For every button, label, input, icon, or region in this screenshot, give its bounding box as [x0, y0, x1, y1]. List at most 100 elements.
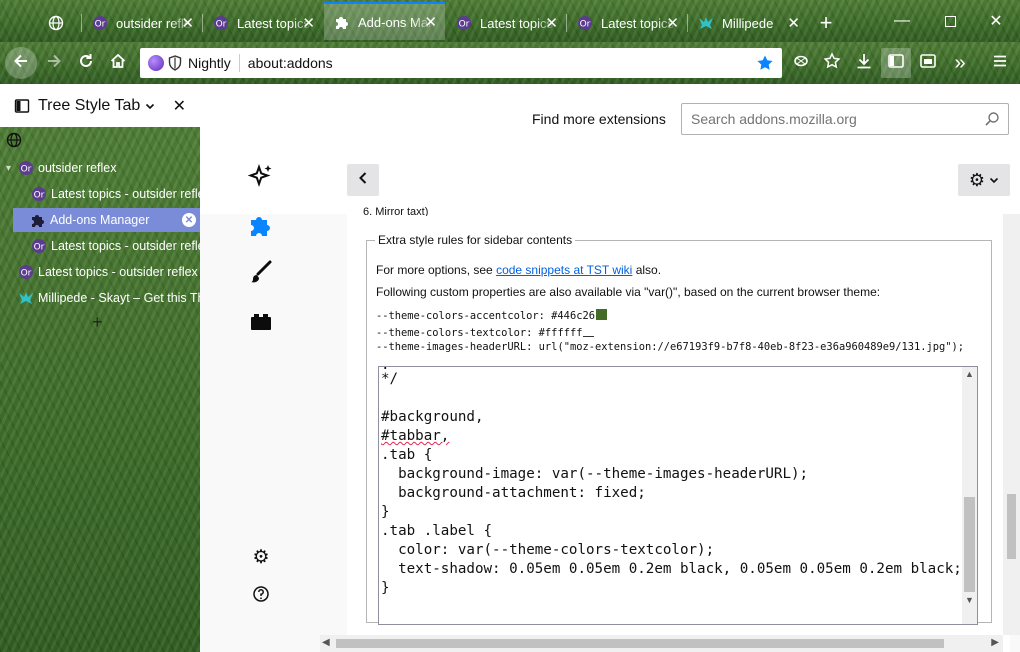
hint-prefix: For more options, see [376, 263, 497, 277]
plus-icon: + [819, 10, 833, 35]
close-icon[interactable]: ✕ [424, 13, 437, 31]
addons-options-button[interactable]: ⚙ [246, 542, 276, 572]
search-icon[interactable] [984, 111, 1000, 130]
amo-search-input[interactable]: Search addons.mozilla.org [681, 103, 1009, 135]
svg-text:Or: Or [459, 20, 470, 30]
code-line: .tab .label { [381, 523, 493, 539]
chevron-down-icon[interactable] [145, 101, 155, 111]
tab-active[interactable]: Add-ons Manager ✕ [324, 2, 445, 40]
scroll-down-icon[interactable]: ▼ [965, 595, 974, 605]
tree-row[interactable]: Or Latest topics - outsider reflex [0, 260, 200, 284]
tools-menu-button[interactable]: ⚙ [958, 164, 1010, 196]
openrpg-icon: Or [18, 160, 34, 176]
textarea-scroll-thumb[interactable] [964, 497, 975, 592]
back-button[interactable] [5, 47, 37, 79]
sidebar-header: Tree Style Tab ✕ [0, 84, 200, 127]
app-menu-button[interactable] [985, 48, 1015, 78]
page-vertical-scrollbar[interactable] [1003, 214, 1020, 635]
bookmark-star-icon[interactable] [756, 54, 774, 75]
chevron-left-icon [357, 171, 369, 190]
svg-text:Or: Or [216, 20, 227, 30]
svg-text:Or: Or [95, 20, 106, 30]
star-outline-icon [823, 51, 841, 75]
minimize-button[interactable]: — [879, 0, 925, 42]
new-tab-button[interactable]: + [812, 4, 840, 42]
pocket-star-button[interactable] [817, 48, 847, 78]
pinned-tab[interactable] [40, 4, 80, 42]
tree-row-selected[interactable]: Add-ons Manager ✕ [13, 208, 200, 232]
scroll-up-icon[interactable]: ▲ [965, 369, 974, 379]
tab[interactable]: Or outsider reflex ✕ [82, 4, 202, 42]
close-tab-icon[interactable]: ✕ [182, 213, 196, 227]
tab[interactable]: Or Latest topics ✕ [446, 4, 566, 42]
url-text[interactable]: about:addons [248, 55, 333, 71]
back-button[interactable] [347, 164, 379, 196]
textarea-scrollbar[interactable]: ▲ ▼ [962, 367, 977, 624]
close-icon[interactable]: ✕ [545, 14, 558, 32]
tree-style-tab-icon [14, 98, 30, 114]
tree-row-label: Latest topics - outsider reflex [38, 265, 198, 279]
hint-suffix: also. [632, 263, 662, 277]
scroll-left-icon[interactable]: ◀ [322, 637, 330, 648]
pinned-tab-row[interactable] [6, 128, 26, 152]
lemon-extension-button[interactable] [786, 48, 816, 78]
plugins-category[interactable] [246, 309, 276, 339]
tabs-panel-button[interactable] [913, 48, 943, 78]
tst-wiki-link[interactable]: code snippets at TST wiki [496, 263, 632, 277]
tree-row[interactable]: ▾ Or outsider reflex [0, 156, 200, 180]
sidebar-title[interactable]: Tree Style Tab [38, 97, 140, 115]
close-icon[interactable]: ✕ [302, 14, 315, 32]
close-sidebar-button[interactable]: ✕ [173, 96, 186, 116]
overflow-button[interactable]: » [945, 48, 975, 78]
globe-icon [6, 132, 22, 148]
tree-row[interactable]: Millipede - Skayt – Get this Theme [0, 286, 200, 310]
puzzle-icon [248, 212, 274, 243]
property-value: url("moz-extension://e67193f9-b7f8-40eb-… [538, 341, 965, 353]
shield-icon[interactable] [168, 55, 182, 71]
close-icon[interactable]: ✕ [181, 14, 194, 32]
forward-button[interactable] [39, 48, 69, 78]
reload-button[interactable] [71, 48, 101, 78]
url-bar[interactable]: Nightly about:addons [140, 48, 782, 78]
page-hscroll-thumb[interactable] [336, 639, 944, 648]
tree-row[interactable]: Or Latest topics - outsider reflex [0, 182, 200, 206]
color-swatch [595, 309, 607, 320]
close-window-button[interactable]: ✕ [973, 0, 1019, 42]
twisty-icon[interactable]: ▾ [6, 163, 18, 174]
addon-options-panel: 6. Mirror taxt) Extra style rules for si… [347, 207, 1010, 652]
downloads-button[interactable] [849, 48, 879, 78]
extensions-category[interactable] [246, 212, 276, 242]
close-icon[interactable]: ✕ [787, 14, 800, 32]
addons-header: Find more extensions Search addons.mozil… [200, 84, 1020, 214]
addons-support-button[interactable] [246, 581, 276, 611]
tree-row-label: Latest topics - outsider reflex [51, 239, 200, 253]
new-tab-button[interactable]: + [92, 310, 103, 334]
puzzle-icon [30, 212, 46, 228]
code-line: background-attachment: fixed; [381, 485, 646, 501]
tab[interactable]: Or Latest topics ✕ [567, 4, 687, 42]
tab[interactable]: Millipede ✕ [688, 4, 808, 42]
maximize-button[interactable] [927, 0, 973, 42]
close-icon[interactable]: ✕ [666, 14, 679, 32]
fieldset-legend: Extra style rules for sidebar contents [378, 233, 573, 247]
home-button[interactable] [103, 48, 133, 78]
arrow-left-icon [12, 52, 30, 75]
plugin-block-icon [248, 309, 274, 340]
style-rules-textarea[interactable]: . */ #background, #tabbar, .tab { backgr… [378, 366, 978, 625]
navigation-toolbar: Nightly about:addons » [0, 42, 1020, 84]
code-line: background-image: var(--theme-images-hea… [381, 466, 809, 482]
openrpg-icon: Or [18, 264, 34, 280]
property-line: --theme-colors-textcolor: #ffffff [376, 325, 595, 339]
page-horizontal-scrollbar[interactable]: ◀ ▶ [320, 635, 1003, 652]
themes-category[interactable] [246, 259, 276, 289]
gear-icon: ⚙ [968, 169, 986, 190]
recommendations-category[interactable] [246, 163, 276, 193]
page-scroll-thumb[interactable] [1007, 494, 1016, 559]
tab[interactable]: Or Latest topics ✕ [203, 4, 323, 42]
tree-row[interactable]: Or Latest topics - outsider reflex [0, 234, 200, 258]
tree-row-label: Latest topics - outsider reflex [51, 187, 200, 201]
sidebar-toggle-button[interactable] [881, 48, 911, 78]
nightly-logo-icon [148, 55, 164, 71]
scroll-right-icon[interactable]: ▶ [991, 637, 999, 648]
maximize-icon [944, 15, 956, 27]
